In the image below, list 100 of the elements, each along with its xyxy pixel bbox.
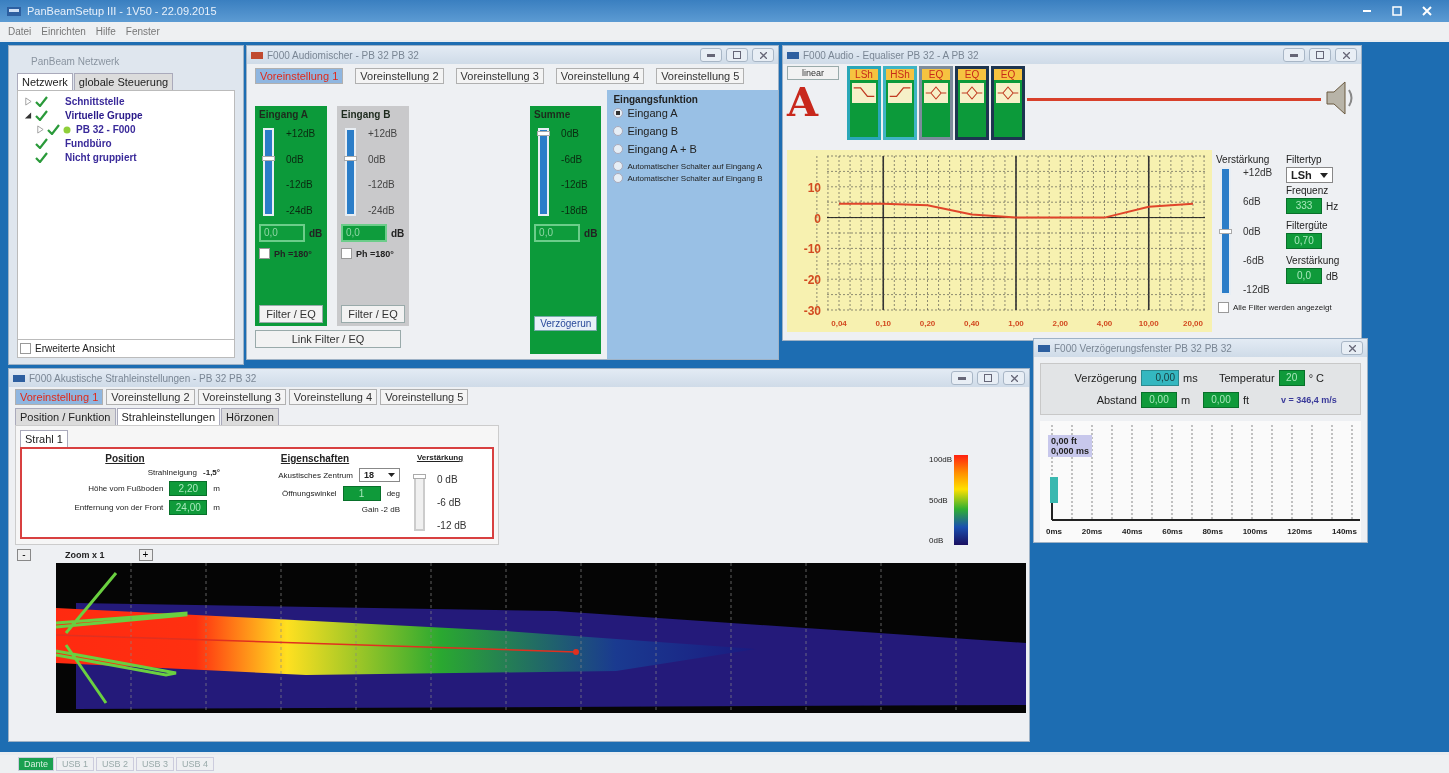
preset-tab[interactable]: Voreinstellung 2 — [355, 68, 444, 84]
scale-label: -6dB — [1243, 254, 1266, 266]
frequency-field[interactable]: 333 — [1286, 198, 1322, 214]
menu-item[interactable]: Datei — [8, 25, 32, 37]
minimize-button[interactable] — [1283, 48, 1305, 62]
close-button[interactable] — [752, 48, 774, 62]
tab[interactable]: Position / Funktion — [15, 408, 116, 425]
checkbox[interactable] — [1218, 302, 1229, 313]
x-tick-label: 1,00 — [1008, 319, 1024, 328]
maximize-icon — [984, 374, 992, 382]
filter-block[interactable]: EQ — [955, 66, 989, 140]
tab[interactable]: Hörzonen — [221, 408, 279, 425]
radio-button[interactable] — [613, 144, 624, 154]
link-button[interactable]: Link Filter / EQ — [255, 330, 401, 348]
scale-label: -12dB — [561, 179, 588, 191]
tree-item[interactable]: Nicht gruppiert — [51, 152, 137, 163]
preset-tab[interactable]: Voreinstellung 4 — [555, 68, 645, 84]
checkbox[interactable] — [259, 248, 270, 259]
y-tick-label: -10 — [803, 242, 821, 257]
radio-button[interactable] — [613, 126, 624, 136]
filter-block[interactable]: HSh — [883, 66, 917, 140]
tab[interactable]: Strahleinstellungen — [116, 408, 221, 425]
close-button[interactable] — [1341, 341, 1363, 355]
filter-type-dropdown[interactable]: LSh — [1286, 167, 1333, 183]
radio-button[interactable] — [613, 161, 624, 171]
unit-label: m — [1181, 394, 1192, 406]
filter-block[interactable]: LSh — [847, 66, 881, 140]
radio-button[interactable] — [613, 173, 624, 183]
menu-item[interactable]: Einrichten — [41, 25, 86, 37]
filter-block[interactable]: EQ — [991, 66, 1025, 140]
filter-eq-button[interactable]: Filter / EQ — [341, 305, 405, 323]
slider-thumb[interactable] — [344, 155, 357, 161]
distance-field[interactable]: 0,00 — [1141, 392, 1177, 408]
tilt-value: -1,5° — [203, 468, 220, 477]
preset-tab[interactable]: Voreinstellung 3 — [197, 389, 286, 405]
mode-button[interactable]: linear — [787, 66, 839, 80]
filter-label: EQ — [922, 69, 950, 80]
zoom-out-button[interactable]: - — [17, 549, 31, 561]
quality-field[interactable]: 0,70 — [1286, 233, 1322, 249]
slider-thumb[interactable] — [413, 474, 426, 479]
close-button[interactable] — [1003, 371, 1025, 385]
filter-label: EQ — [958, 69, 986, 80]
preset-tab[interactable]: Voreinstellung 2 — [106, 389, 195, 405]
tree-item[interactable]: Schnittstelle — [51, 96, 125, 107]
filter-eq-button[interactable]: Filter / EQ — [259, 305, 323, 323]
maximize-icon — [1392, 6, 1402, 16]
maximize-button[interactable] — [977, 371, 999, 385]
close-button[interactable] — [1335, 48, 1357, 62]
channel-name: Eingang B — [341, 109, 392, 120]
tree-item[interactable]: PB 32 - F000 — [74, 124, 136, 135]
tree-item[interactable]: Virtuelle Gruppe — [51, 110, 143, 121]
temperature-field[interactable]: 20 — [1278, 370, 1305, 386]
checkbox[interactable] — [341, 248, 352, 259]
filter-curve-icon — [888, 83, 912, 103]
slider-thumb[interactable] — [1219, 229, 1232, 234]
preset-tab[interactable]: Voreinstellung 5 — [656, 68, 745, 84]
expander-icon[interactable] — [24, 111, 32, 120]
unit-label: dB — [309, 227, 323, 239]
caret-icon — [388, 473, 395, 477]
status-tab[interactable]: Dante — [18, 757, 55, 771]
maximize-button[interactable] — [726, 48, 748, 62]
gain-field[interactable]: 0,0 — [1286, 268, 1322, 284]
marker-text: 0,000 ms — [1051, 446, 1090, 456]
field-label: Strahlneigung — [147, 468, 197, 477]
delay-button[interactable]: Verzögerun — [534, 316, 598, 331]
tab[interactable]: globale Steuerung — [73, 73, 174, 90]
tab[interactable]: Netzwerk — [17, 73, 73, 90]
center-dropdown[interactable]: 18 — [359, 468, 400, 482]
filter-block[interactable]: EQ — [919, 66, 953, 140]
x-tick-label: 0ms — [1046, 527, 1062, 536]
delay-field[interactable]: 0,00 — [1141, 370, 1179, 386]
angle-field[interactable]: 1 — [342, 486, 381, 501]
minimize-button[interactable] — [700, 48, 722, 62]
minimize-button[interactable] — [951, 371, 973, 385]
preset-tab[interactable]: Voreinstellung 5 — [380, 389, 469, 405]
preset-tab[interactable]: Voreinstellung 3 — [455, 68, 544, 84]
distance-ft-field[interactable]: 0,00 — [1203, 392, 1239, 408]
preset-tab[interactable]: Voreinstellung 4 — [288, 389, 378, 405]
scale-label: +12dB — [368, 128, 398, 139]
unit-label: m — [213, 484, 220, 493]
radio-button[interactable] — [613, 108, 624, 118]
tab[interactable]: Strahl 1 — [20, 430, 68, 447]
height-field[interactable]: 2,20 — [169, 481, 208, 496]
menu-item[interactable]: Fenster — [125, 25, 160, 37]
gain-text: Gain -2 dB — [361, 505, 400, 514]
scale-label: 0dB — [286, 153, 305, 165]
window-title: PanBeamSetup III - 1V50 - 22.09.2015 — [27, 5, 217, 17]
slider-thumb[interactable] — [262, 155, 275, 161]
distance-field[interactable]: 24,00 — [169, 500, 208, 515]
slider-thumb[interactable] — [537, 130, 551, 136]
checkbox[interactable] — [20, 343, 31, 354]
maximize-button[interactable] — [1309, 48, 1331, 62]
slider-track[interactable] — [414, 474, 425, 531]
zoom-in-button[interactable]: + — [138, 549, 153, 561]
field-label: Filtertyp — [1286, 154, 1322, 165]
minimize-icon — [958, 376, 966, 380]
filter-label: EQ — [994, 69, 1022, 80]
unit-label: ° C — [1308, 372, 1325, 384]
tree-item[interactable]: Fundbüro — [51, 138, 112, 149]
menu-item[interactable]: Hilfe — [95, 25, 116, 37]
